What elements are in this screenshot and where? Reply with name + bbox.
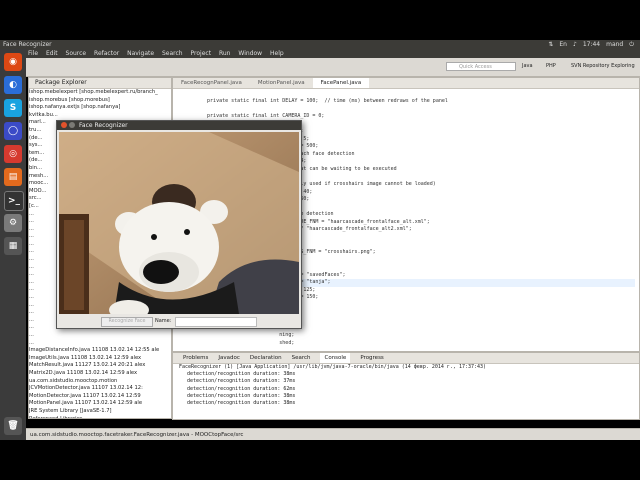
perspective-java[interactable]: Java [522,62,533,71]
tree-item[interactable]: Matrix2D.java 11108 13.02.14 12:59 alex [29,370,171,378]
perspective-svn[interactable]: SVN Repository Exploring [571,62,635,71]
tab-facerecognpanel[interactable]: FaceRecognPanel.java [173,78,250,88]
tab-motionpanel[interactable]: MotionPanel.java [250,78,313,88]
files-icon[interactable]: ▤ [4,168,22,186]
chrome-icon[interactable]: ◎ [4,145,22,163]
recognize-face-button[interactable]: Recognize Face [101,317,153,327]
code-line: private static final int DELAY = 100; //… [195,98,448,104]
tree-item[interactable]: ... [29,340,171,348]
status-bar: ua.com.sidstudio.mooctop.facetraker.Face… [26,428,640,440]
close-icon[interactable] [61,122,67,128]
window-title: Face Recognizer [3,41,52,48]
tree-item[interactable]: ua.com.sidstudio.mooctop.motion [29,378,171,386]
menu-source[interactable]: Source [66,50,87,57]
tree-item[interactable]: JRE System Library [JavaSE-1.7] [29,408,171,416]
console-line: detection/recognition duration: 37ms [181,378,296,385]
code-line: ning; [195,331,295,338]
user-name[interactable]: mand [606,40,623,49]
name-input[interactable] [175,317,257,327]
tree-item[interactable]: MotionDetector.java 11107 13.02.14 12:59 [29,393,171,401]
tree-item[interactable]: ImageUtils.java 11108 13.02.14 12:59 ale… [29,355,171,363]
system-tray: ⇅ En ♪ 17:44 mand ⏻ [548,40,634,49]
package-explorer-tab[interactable]: Package Explorer [29,78,171,89]
tab-facepanel[interactable]: FacePanel.java [312,78,370,88]
menu-run[interactable]: Run [219,50,231,57]
menu-file[interactable]: File [28,50,38,57]
console-line: detection/recognition duration: 62ms [181,385,296,392]
menu-navigate[interactable]: Navigate [127,50,154,57]
name-label: Name: [155,318,172,324]
main-toolbar: Quick Access Java PHP SVN Repository Exp… [26,58,640,77]
tree-item[interactable]: MotionPanel.java 11107 13.02.14 12:59 al… [29,400,171,408]
tab-declaration[interactable]: Declaration [250,353,282,363]
tab-console[interactable]: Console [320,353,351,363]
clock[interactable]: 17:44 [583,40,600,49]
tree-item[interactable]: ishop.morebus [shop.morebus] [29,97,171,105]
tab-javadoc[interactable]: Javadoc [218,353,240,363]
menu-bar: File Edit Source Refactor Navigate Searc… [0,49,640,58]
settings-icon[interactable]: ⚙ [4,214,22,232]
dialog-title: Face Recognizer [79,122,128,129]
menu-help[interactable]: Help [270,50,284,57]
dash-icon[interactable]: ◉ [4,53,22,71]
sound-icon[interactable]: ♪ [573,40,577,49]
trash-icon[interactable]: 🗑 [4,417,22,435]
minimize-icon[interactable] [69,122,75,128]
face-recognizer-window: Face Recognizer Recognize Face Name: [56,120,302,329]
top-panel: Face Recognizer ⇅ En ♪ 17:44 mand ⏻ [0,40,640,49]
code-line: shed; [195,339,295,346]
console-line: detection/recognition duration: 38ms [181,392,296,399]
console-view: Problems Javadoc Declaration Search Cons… [172,352,640,420]
firefox-icon[interactable]: ◐ [4,76,22,94]
tree-item[interactable]: MatchResult.java 11127 13.02.14 20:21 al… [29,362,171,370]
eclipse-icon[interactable]: ◯ [4,122,22,140]
tree-item[interactable]: JCVMotionDetector.java 11107 13.02.14 12… [29,385,171,393]
terminal-icon[interactable]: >_ [4,191,24,211]
keyboard-icon[interactable]: En [559,40,567,49]
menu-search[interactable]: Search [162,50,183,57]
power-icon[interactable]: ⏻ [629,40,634,49]
menu-window[interactable]: Window [238,50,262,57]
menu-project[interactable]: Project [191,50,212,57]
tab-problems[interactable]: Problems [183,353,208,363]
network-icon[interactable]: ⇅ [548,40,553,49]
camera-frame-image [59,132,299,314]
skype-icon[interactable]: S [4,99,22,117]
tree-item[interactable]: ... [29,332,171,340]
console-tabs: Problems Javadoc Declaration Search Cons… [173,353,639,364]
console-line: detection/recognition duration: 38ms [181,371,296,378]
menu-edit[interactable]: Edit [46,50,58,57]
tab-progress[interactable]: Progress [360,353,383,363]
camera-view [59,132,299,314]
dialog-footer: Recognize Face Name: [57,315,301,327]
perspective-php[interactable]: PHP [546,62,556,71]
menu-refactor[interactable]: Refactor [94,50,119,57]
quick-access-input[interactable]: Quick Access [446,62,516,71]
console-line: detection/recognition duration: 38ms [181,399,296,406]
unity-launcher: ◉ ◐ S ◯ ◎ ▤ >_ ⚙ ▦ 🗑 [0,49,26,440]
tree-item[interactable]: kvitka.bu... [29,112,171,120]
tree-item[interactable]: Referenced Libraries [29,416,171,418]
tab-search[interactable]: Search [292,353,311,363]
tree-item[interactable]: ishop.mebelexpert [shop.mebelexpert.ru/b… [29,89,171,97]
editor-tabs: FaceRecognPanel.java MotionPanel.java Fa… [173,78,639,89]
workspace-icon[interactable]: ▦ [4,237,22,255]
tree-item[interactable]: ishop.nafanya.extjs [shop.nafanya] [29,104,171,112]
console-header: FaceRecognizer (1) [Java Application] /u… [179,364,487,370]
dialog-titlebar[interactable]: Face Recognizer [57,121,301,130]
tree-item[interactable]: ImageDistanceInfo.java 11108 13.02.14 12… [29,347,171,355]
